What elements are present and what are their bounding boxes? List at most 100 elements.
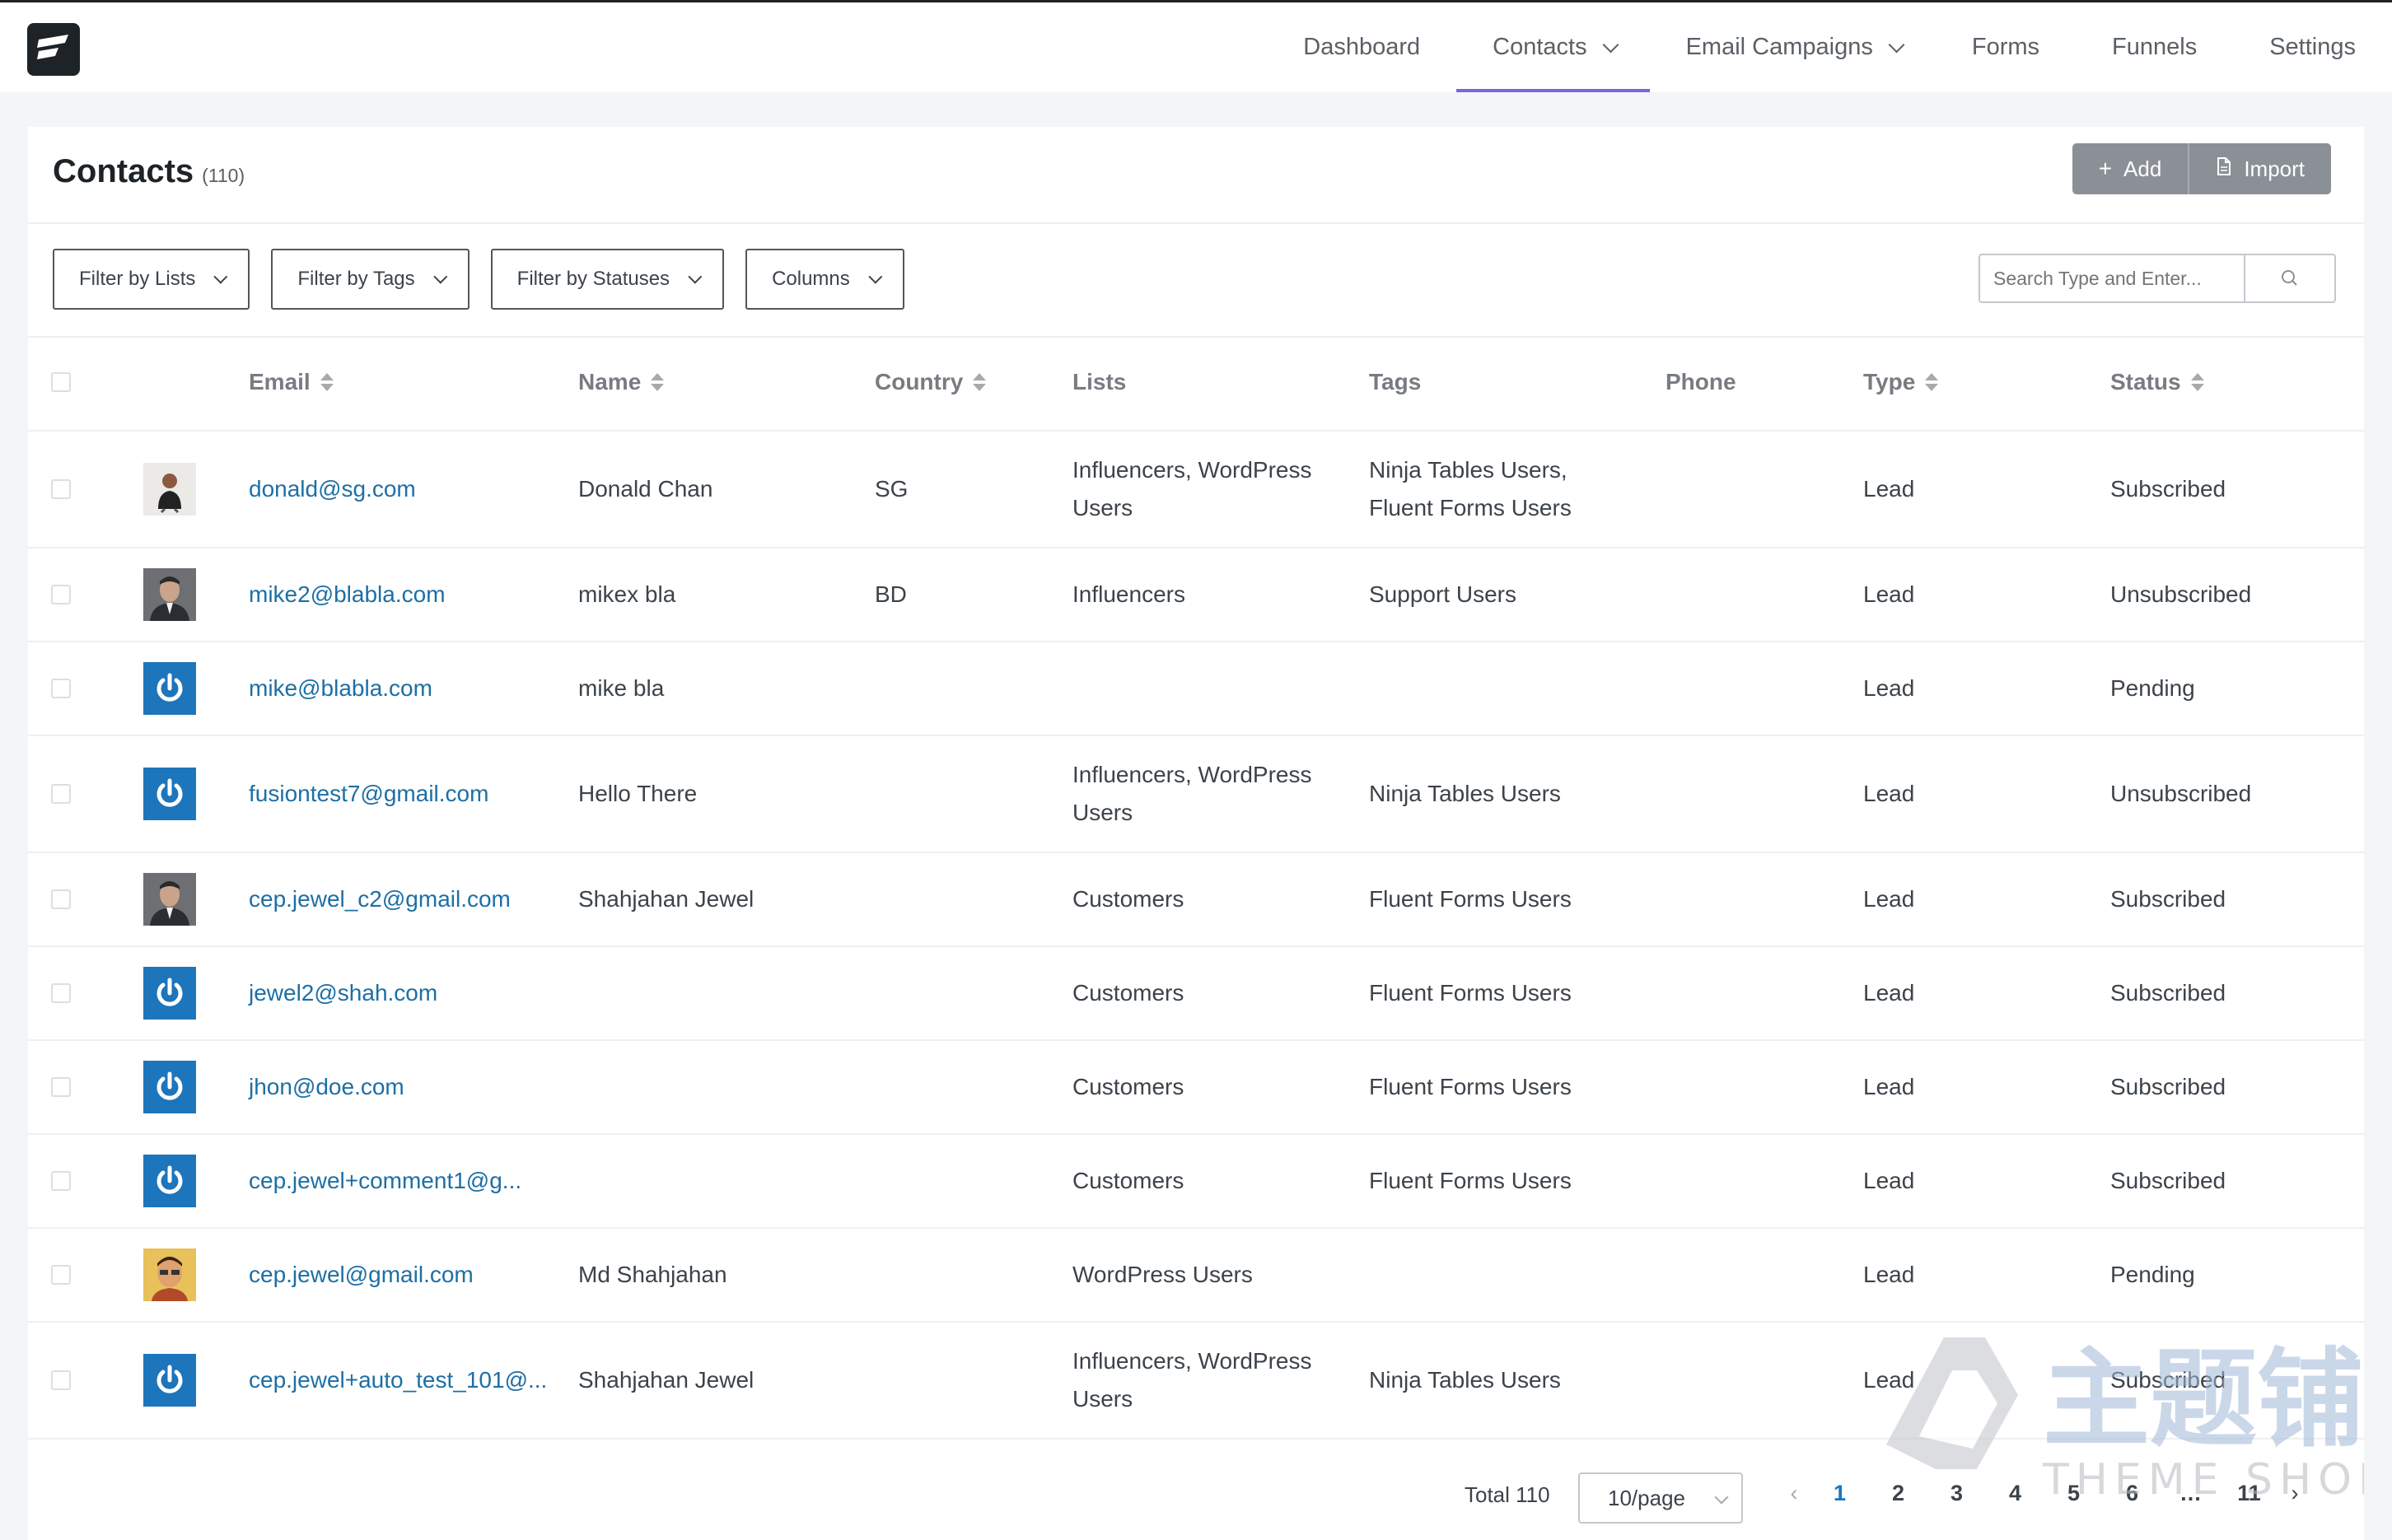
avatar[interactable] xyxy=(143,873,196,926)
avatar-cell xyxy=(143,853,196,945)
table-row[interactable]: jewel2@shah.com Customers Fluent Forms Use… xyxy=(28,947,2364,1041)
row-checkbox[interactable] xyxy=(51,479,71,499)
tags-cell xyxy=(1369,642,1633,735)
table-row[interactable]: cep.jewel+comment1@g... Customers Fluent F… xyxy=(28,1135,2364,1229)
row-checkbox[interactable] xyxy=(51,1077,71,1097)
avatar[interactable] xyxy=(143,1354,196,1407)
row-checkbox[interactable] xyxy=(51,679,71,698)
nav-funnels[interactable]: Funnels xyxy=(2076,2,2233,92)
avatar-cell xyxy=(143,1323,196,1438)
type-column-header[interactable]: Type xyxy=(1863,334,1939,430)
chevron-down-icon xyxy=(1602,36,1619,53)
email-link[interactable]: cep.jewel_c2@gmail.com xyxy=(249,880,511,918)
row-select-cell xyxy=(51,853,71,945)
chevron-down-icon xyxy=(688,269,703,284)
email-link[interactable]: fusiontest7@gmail.com xyxy=(249,775,488,813)
status-cell: Subscribed xyxy=(2110,1041,2226,1133)
filter-buttons: Filter by Lists Filter by Tags Filter by S… xyxy=(53,249,926,310)
nav-settings[interactable]: Settings xyxy=(2233,2,2392,92)
email-link[interactable]: jhon@doe.com xyxy=(249,1068,404,1106)
filter-filter-by-statuses[interactable]: Filter by Statuses xyxy=(490,249,725,310)
nav-contacts[interactable]: Contacts xyxy=(1456,2,1651,92)
panel-header: Contacts (110) + Add Import xyxy=(28,127,2364,224)
country-column-header[interactable]: Country xyxy=(875,334,987,430)
chevron-down-icon xyxy=(868,269,883,284)
avatar[interactable] xyxy=(143,463,196,516)
row-checkbox[interactable] xyxy=(51,784,71,804)
app-logo[interactable] xyxy=(27,23,80,76)
name-column-header[interactable]: Name xyxy=(578,334,858,430)
filter-filter-by-lists[interactable]: Filter by Lists xyxy=(53,249,250,310)
tags-text: Ninja Tables Users xyxy=(1369,1367,1561,1393)
watermark-en: THEME SHOP xyxy=(2042,1455,2364,1505)
email-link[interactable]: cep.jewel+auto_test_101@... xyxy=(249,1361,547,1399)
import-button[interactable]: Import xyxy=(2189,143,2331,194)
avatar-cell xyxy=(143,1041,196,1133)
name-text: Donald Chan xyxy=(578,476,713,502)
row-checkbox[interactable] xyxy=(51,1370,71,1390)
type-text: Lead xyxy=(1863,980,1915,1006)
table-row[interactable]: cep.jewel@gmail.com Md Shahjahan WordPress… xyxy=(28,1229,2364,1323)
table-row[interactable]: mike2@blabla.com mikex bla BD Influencers Su… xyxy=(28,548,2364,642)
sort-icon xyxy=(651,371,665,393)
row-checkbox[interactable] xyxy=(51,889,71,909)
table-row[interactable]: jhon@doe.com Customers Fluent Forms Users L… xyxy=(28,1041,2364,1135)
select-all-checkbox[interactable] xyxy=(51,372,71,392)
email-link[interactable]: jewel2@shah.com xyxy=(249,974,437,1012)
filter-filter-by-tags[interactable]: Filter by Tags xyxy=(271,249,470,310)
status-cell: Subscribed xyxy=(2110,947,2226,1039)
row-checkbox[interactable] xyxy=(51,1171,71,1191)
email-link[interactable]: mike2@blabla.com xyxy=(249,576,446,614)
filter-columns[interactable]: Columns xyxy=(745,249,904,310)
type-cell: Lead xyxy=(1863,947,1914,1039)
table-row[interactable]: cep.jewel_c2@gmail.com Shahjahan Jewel Cus… xyxy=(28,853,2364,947)
table-row[interactable]: mike@blabla.com mike bla Lead Pending xyxy=(28,642,2364,736)
watermark-cn: 主题铺 xyxy=(2043,1337,2364,1462)
add-button[interactable]: + Add xyxy=(2072,143,2190,194)
avatar[interactable] xyxy=(143,1155,196,1207)
status-column-header[interactable]: Status xyxy=(2110,334,2204,430)
avatar[interactable] xyxy=(143,967,196,1020)
row-checkbox[interactable] xyxy=(51,1265,71,1285)
total-count: Total 110 xyxy=(1465,1482,1550,1507)
email-link[interactable]: donald@sg.com xyxy=(249,470,416,508)
email-link[interactable]: cep.jewel+comment1@g... xyxy=(249,1162,521,1200)
sort-icon xyxy=(1925,371,1939,393)
status-header-label: Status xyxy=(2110,369,2181,394)
tags-text: Ninja Tables Users xyxy=(1369,781,1561,806)
page-size-value: 10/page xyxy=(1608,1485,1685,1510)
table-row[interactable]: fusiontest7@gmail.com Hello There Influenc… xyxy=(28,736,2364,853)
email-header-label: Email xyxy=(249,369,311,394)
filter-label: Columns xyxy=(772,268,850,290)
email-link[interactable]: cep.jewel@gmail.com xyxy=(249,1256,474,1294)
name-text: Hello There xyxy=(578,781,698,806)
avatar[interactable] xyxy=(143,568,196,621)
avatar[interactable] xyxy=(143,662,196,715)
nav-email-campaigns[interactable]: Email Campaigns xyxy=(1650,2,1936,92)
page-size-select[interactable]: 10/page xyxy=(1578,1472,1743,1524)
tags-cell xyxy=(1369,1229,1633,1321)
search-input[interactable] xyxy=(1980,255,2245,301)
avatar[interactable] xyxy=(143,1248,196,1301)
name-text: Shahjahan Jewel xyxy=(578,1367,755,1393)
tags-column-header: Tags xyxy=(1369,334,1633,430)
search-button[interactable] xyxy=(2245,255,2334,301)
contacts-count: (110) xyxy=(202,165,245,186)
type-cell: Lead xyxy=(1863,1229,1914,1321)
name-text: Shahjahan Jewel xyxy=(578,886,755,912)
email-column-header[interactable]: Email xyxy=(249,334,570,430)
lists-cell: Influencers xyxy=(1072,548,1353,641)
email-link[interactable]: mike@blabla.com xyxy=(249,670,432,707)
row-checkbox[interactable] xyxy=(51,983,71,1003)
search-icon xyxy=(2282,270,2297,286)
row-checkbox[interactable] xyxy=(51,585,71,604)
avatar[interactable] xyxy=(143,768,196,820)
avatar[interactable] xyxy=(143,1061,196,1113)
nav-forms[interactable]: Forms xyxy=(1936,2,2076,92)
table-row[interactable]: donald@sg.com Donald Chan SG Influencers, W… xyxy=(28,432,2364,548)
row-select-cell xyxy=(51,736,71,852)
prev-page-button[interactable]: ‹ xyxy=(1778,1481,1810,1506)
type-text: Lead xyxy=(1863,476,1915,502)
type-cell: Lead xyxy=(1863,642,1914,735)
nav-dashboard[interactable]: Dashboard xyxy=(1267,2,1456,92)
